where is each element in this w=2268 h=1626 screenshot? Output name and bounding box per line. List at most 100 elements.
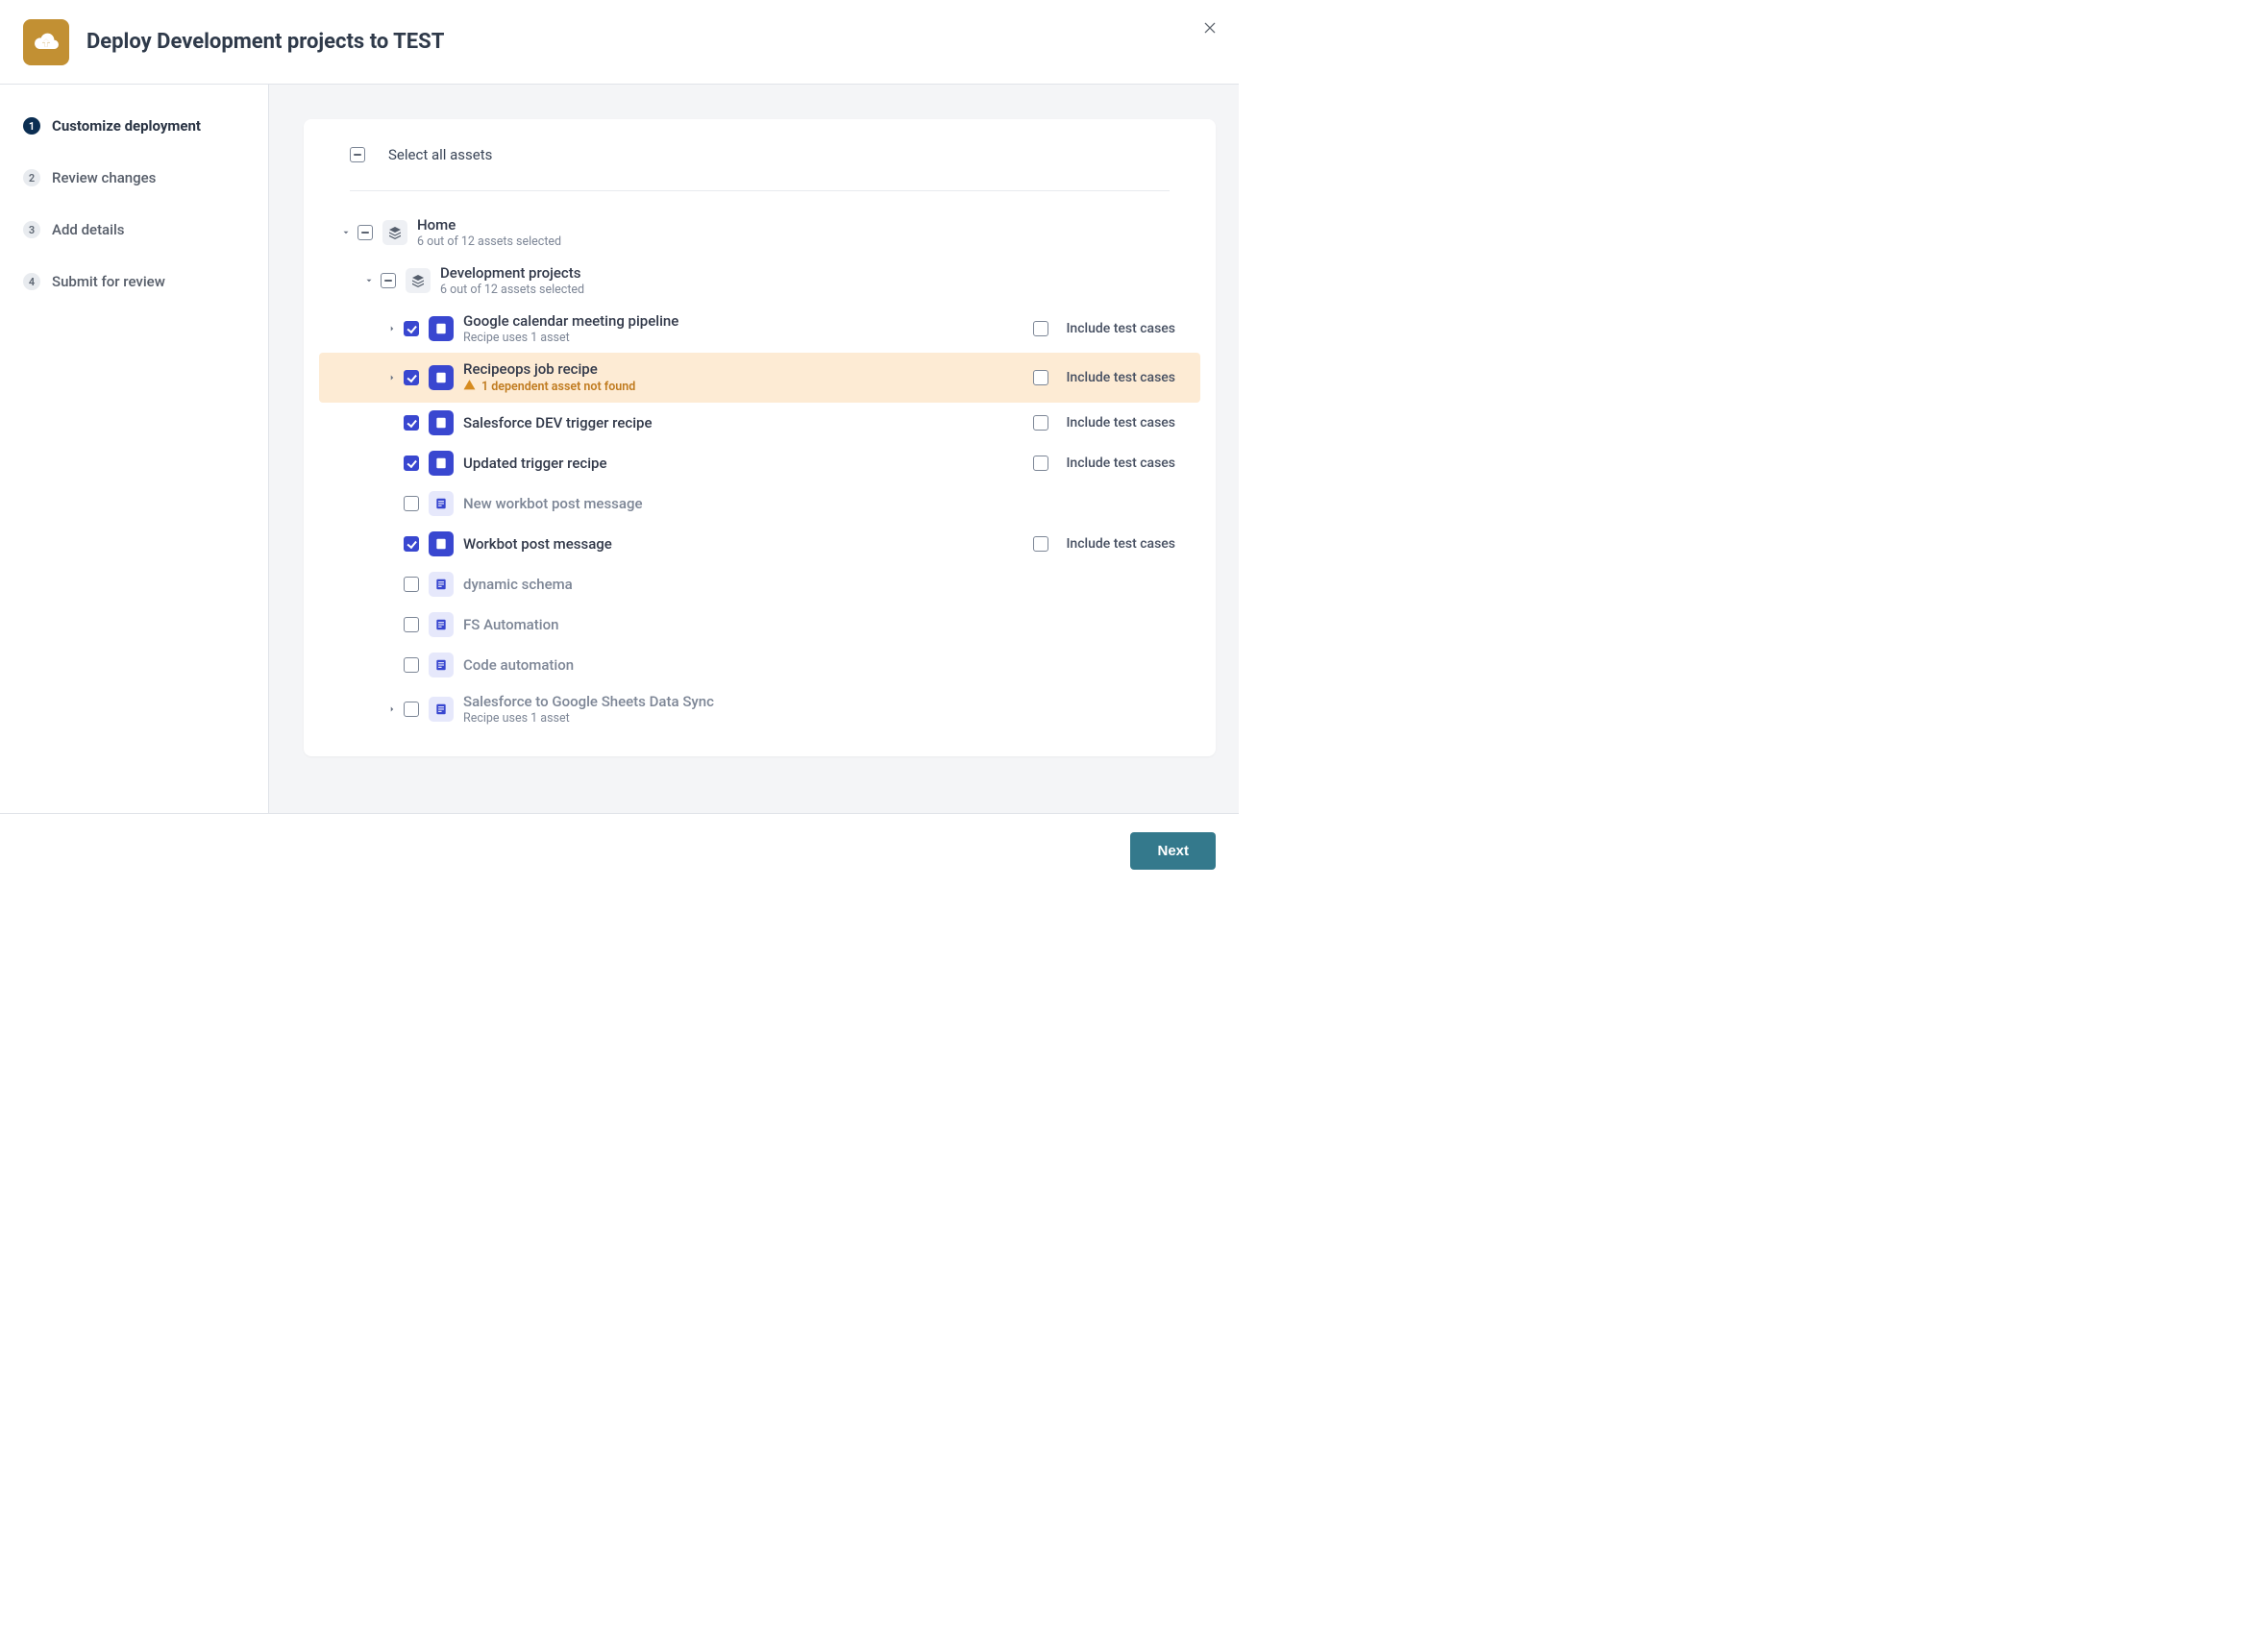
include-test-checkbox[interactable] xyxy=(1033,370,1048,385)
recipe-title: Salesforce DEV trigger recipe xyxy=(463,414,1033,431)
folder-row-home: Home 6 out of 12 assets selected xyxy=(319,209,1200,257)
close-icon xyxy=(1202,20,1218,38)
recipe-checkbox[interactable] xyxy=(404,496,419,511)
include-test-checkbox[interactable] xyxy=(1033,415,1048,431)
recipe-icon xyxy=(429,653,454,678)
recipe-row: dynamic schema xyxy=(319,564,1200,604)
recipe-row: Google calendar meeting pipelineRecipe u… xyxy=(319,305,1200,353)
main-panel: Select all assets Home 6 out of 12 asset… xyxy=(269,85,1239,813)
next-button[interactable]: Next xyxy=(1130,832,1216,870)
recipe-title: Recipeops job recipe xyxy=(463,360,1033,378)
folder-checkbox[interactable] xyxy=(381,273,396,288)
chevron-right-icon[interactable] xyxy=(384,321,400,336)
include-test-label: Include test cases xyxy=(1066,370,1175,385)
recipe-checkbox[interactable] xyxy=(404,577,419,592)
step-label: Customize deployment xyxy=(52,117,201,135)
select-all-label: Select all assets xyxy=(388,146,492,163)
folder-icon xyxy=(382,220,407,245)
include-test-label: Include test cases xyxy=(1066,456,1175,471)
include-test-label: Include test cases xyxy=(1066,536,1175,552)
deploy-icon xyxy=(23,19,69,65)
include-test-group: Include test cases xyxy=(1033,321,1193,336)
folder-title: Development projects xyxy=(440,264,1193,282)
step-label: Submit for review xyxy=(52,273,165,290)
recipe-title: FS Automation xyxy=(463,616,1193,633)
step-number: 4 xyxy=(23,273,40,290)
step-number: 2 xyxy=(23,169,40,186)
recipe-checkbox[interactable] xyxy=(404,617,419,632)
select-all-checkbox[interactable] xyxy=(350,147,365,162)
recipe-row: Salesforce DEV trigger recipe Include tes… xyxy=(319,403,1200,443)
recipe-checkbox[interactable] xyxy=(404,370,419,385)
recipe-icon xyxy=(429,572,454,597)
divider xyxy=(350,190,1170,191)
dialog-footer: Next xyxy=(0,813,1239,888)
include-test-group: Include test cases xyxy=(1033,536,1193,552)
recipe-title: Code automation xyxy=(463,656,1193,674)
chevron-down-icon[interactable] xyxy=(361,273,377,288)
step-submit-for-review[interactable]: 4 Submit for review xyxy=(19,263,249,300)
recipe-row: Updated trigger recipe Include test cases xyxy=(319,443,1200,483)
recipe-icon xyxy=(429,365,454,390)
steps-sidebar: 1 Customize deployment 2 Review changes … xyxy=(0,85,269,813)
recipe-title: Updated trigger recipe xyxy=(463,455,1033,472)
include-test-label: Include test cases xyxy=(1066,415,1175,431)
include-test-checkbox[interactable] xyxy=(1033,536,1048,552)
recipe-title: Google calendar meeting pipeline xyxy=(463,312,1033,330)
recipe-checkbox[interactable] xyxy=(404,321,419,336)
step-customize-deployment[interactable]: 1 Customize deployment xyxy=(19,108,249,144)
step-label: Add details xyxy=(52,221,125,238)
recipe-row: New workbot post message xyxy=(319,483,1200,524)
recipe-warning: 1 dependent asset not found xyxy=(463,379,1033,395)
recipe-icon xyxy=(429,316,454,341)
recipe-checkbox[interactable] xyxy=(404,657,419,673)
recipe-title: dynamic schema xyxy=(463,576,1193,593)
recipe-icon xyxy=(429,491,454,516)
folder-icon xyxy=(406,268,431,293)
recipe-checkbox[interactable] xyxy=(404,536,419,552)
recipe-title: Workbot post message xyxy=(463,535,1033,553)
step-number: 1 xyxy=(23,117,40,135)
select-all-row: Select all assets xyxy=(350,146,1170,163)
recipe-subtitle: Recipe uses 1 asset xyxy=(463,711,1193,726)
dialog-header: Deploy Development projects to TEST xyxy=(0,0,1239,85)
recipe-icon xyxy=(429,451,454,476)
include-test-group: Include test cases xyxy=(1033,370,1193,385)
step-review-changes[interactable]: 2 Review changes xyxy=(19,160,249,196)
chevron-right-icon[interactable] xyxy=(384,702,400,717)
include-test-checkbox[interactable] xyxy=(1033,456,1048,471)
assets-card: Select all assets Home 6 out of 12 asset… xyxy=(304,119,1216,756)
step-number: 3 xyxy=(23,221,40,238)
chevron-down-icon[interactable] xyxy=(338,225,354,240)
recipe-title: Salesforce to Google Sheets Data Sync xyxy=(463,693,1193,710)
include-test-label: Include test cases xyxy=(1066,321,1175,336)
close-button[interactable] xyxy=(1198,17,1221,40)
recipe-row: Workbot post message Include test cases xyxy=(319,524,1200,564)
recipe-row: Salesforce to Google Sheets Data SyncRec… xyxy=(319,685,1200,733)
step-label: Review changes xyxy=(52,169,156,186)
recipe-checkbox[interactable] xyxy=(404,702,419,717)
folder-title: Home xyxy=(417,216,1193,234)
recipe-icon xyxy=(429,697,454,722)
recipe-subtitle: Recipe uses 1 asset xyxy=(463,331,1033,345)
recipe-checkbox[interactable] xyxy=(404,415,419,431)
include-test-group: Include test cases xyxy=(1033,456,1193,471)
chevron-right-icon[interactable] xyxy=(384,370,400,385)
recipe-checkbox[interactable] xyxy=(404,456,419,471)
include-test-checkbox[interactable] xyxy=(1033,321,1048,336)
folder-subtitle: 6 out of 12 assets selected xyxy=(440,283,1193,297)
warning-icon xyxy=(463,379,476,395)
include-test-group: Include test cases xyxy=(1033,415,1193,431)
folder-checkbox[interactable] xyxy=(357,225,373,240)
recipe-row: FS Automation xyxy=(319,604,1200,645)
step-add-details[interactable]: 3 Add details xyxy=(19,211,249,248)
recipe-icon xyxy=(429,410,454,435)
recipe-row: Recipeops job recipe1 dependent asset no… xyxy=(319,353,1200,403)
page-title: Deploy Development projects to TEST xyxy=(86,30,444,54)
recipe-row: Code automation xyxy=(319,645,1200,685)
recipe-icon xyxy=(429,531,454,556)
recipe-title: New workbot post message xyxy=(463,495,1193,512)
recipe-icon xyxy=(429,612,454,637)
folder-subtitle: 6 out of 12 assets selected xyxy=(417,234,1193,249)
folder-row-development-projects: Development projects 6 out of 12 assets … xyxy=(319,257,1200,305)
